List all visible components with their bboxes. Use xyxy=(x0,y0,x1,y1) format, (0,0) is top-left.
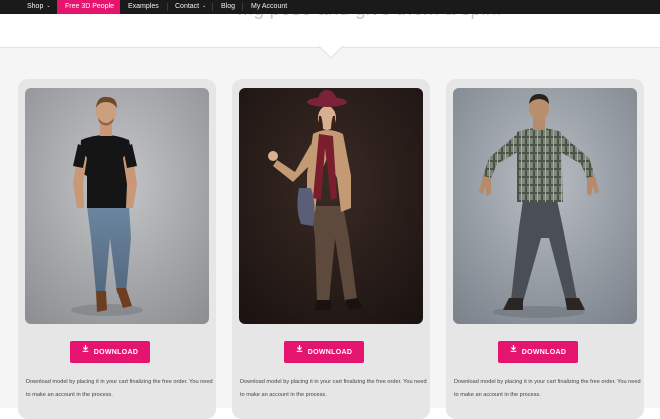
person-illustration xyxy=(25,88,209,324)
product-card: DOWNLOAD Download model by placing it in… xyxy=(18,79,216,419)
chevron-down-icon: ⌄ xyxy=(46,3,51,9)
nav-item-label: Shop xyxy=(27,3,44,10)
product-photo[interactable] xyxy=(239,88,423,324)
product-photo[interactable] xyxy=(25,88,209,324)
download-button[interactable]: DOWNLOAD xyxy=(498,341,578,363)
download-icon xyxy=(510,340,517,362)
nav-item-my-account[interactable]: My Account xyxy=(242,0,297,14)
nav-item-blog[interactable]: Blog xyxy=(212,0,242,14)
nav-item-contact[interactable]: Contact ⌄ xyxy=(167,0,212,14)
download-instructions: Download model by placing it in your car… xyxy=(26,379,213,398)
person-illustration xyxy=(453,88,637,324)
nav-item-label: Blog xyxy=(221,3,236,10)
download-label: DOWNLOAD xyxy=(521,348,567,356)
top-navigation: Shop ⌄ Free 3D People Examples Contact ⌄ B… xyxy=(0,0,660,14)
download-icon xyxy=(296,340,303,362)
nav-item-examples[interactable]: Examples xyxy=(120,0,167,14)
product-card: DOWNLOAD Download model by placing it in… xyxy=(446,79,644,419)
nav-item-label: Free 3D People xyxy=(65,3,115,10)
nav-item-label: Contact xyxy=(175,3,200,10)
nav-item-free-3d-people[interactable]: Free 3D People xyxy=(57,0,120,14)
product-photo[interactable] xyxy=(453,88,637,324)
divider-notch-inner xyxy=(320,46,342,57)
nav-item-label: My Account xyxy=(251,3,288,10)
download-label: DOWNLOAD xyxy=(93,348,139,356)
download-button[interactable]: DOWNLOAD xyxy=(284,341,364,363)
download-instructions: Download model by placing it in your car… xyxy=(454,379,641,398)
hero-section: ...g pose and give them a spin! xyxy=(0,0,660,46)
product-card: DOWNLOAD Download model by placing it in… xyxy=(232,79,430,419)
nav-item-label: Examples xyxy=(128,3,159,10)
download-instructions: Download model by placing it in your car… xyxy=(240,379,427,398)
download-label: DOWNLOAD xyxy=(307,348,353,356)
download-button[interactable]: DOWNLOAD xyxy=(70,341,150,363)
chevron-down-icon: ⌄ xyxy=(202,3,207,9)
download-icon xyxy=(82,340,89,362)
nav-item-shop[interactable]: Shop ⌄ xyxy=(20,0,58,14)
person-illustration xyxy=(239,88,423,324)
